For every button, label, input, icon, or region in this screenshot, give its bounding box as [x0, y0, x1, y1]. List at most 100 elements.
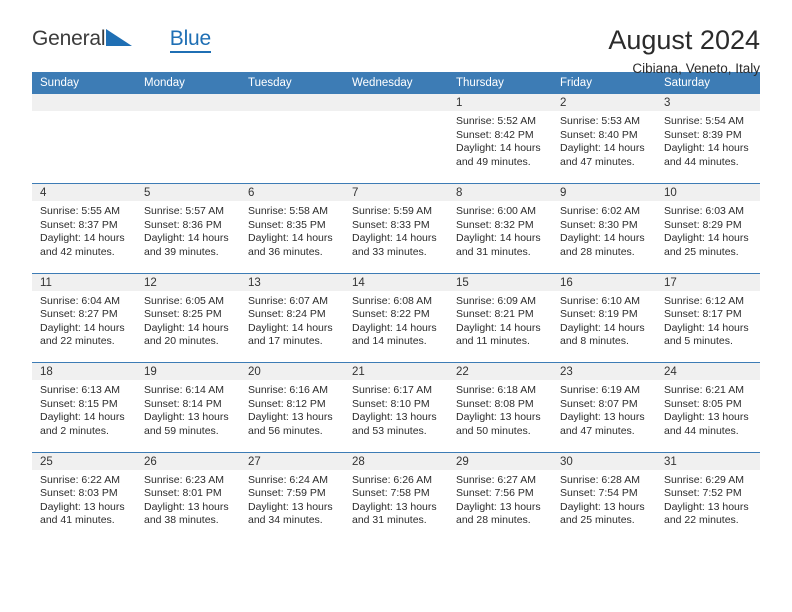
- calendar-day-cell[interactable]: 12 Sunrise: 6:05 AM Sunset: 8:25 PM Dayligh…: [136, 272, 240, 363]
- sunset-text: Sunset: 7:54 PM: [560, 487, 638, 500]
- calendar-day-cell[interactable]: 2 Sunrise: 5:53 AM Sunset: 8:40 PM Daylight…: [552, 94, 656, 184]
- calendar-day-cell[interactable]: 28 Sunrise: 6:26 AM Sunset: 7:58 PM Dayligh…: [344, 451, 448, 542]
- calendar-day-cell[interactable]: 9 Sunrise: 6:02 AM Sunset: 8:30 PM Daylight…: [552, 183, 656, 273]
- day-number: 30: [552, 452, 656, 470]
- daylight-text-line1: Daylight: 14 hours: [560, 321, 645, 334]
- sunrise-text: Sunrise: 6:03 AM: [664, 205, 744, 217]
- daylight-text-line2: and 47 minutes.: [560, 155, 635, 168]
- calendar-body: 1 Sunrise: 5:52 AM Sunset: 8:42 PM Daylight…: [32, 94, 760, 542]
- day-sun-info: Sunrise: 6:18 AM Sunset: 8:08 PM Daylight:…: [448, 380, 552, 438]
- sunset-text: Sunset: 8:01 PM: [144, 487, 222, 500]
- calendar-day-cell[interactable]: 25 Sunrise: 6:22 AM Sunset: 8:03 PM Dayligh…: [32, 451, 136, 542]
- calendar-day-cell[interactable]: 26 Sunrise: 6:23 AM Sunset: 8:01 PM Dayligh…: [136, 451, 240, 542]
- sunset-text: Sunset: 8:17 PM: [664, 308, 742, 321]
- sunset-text: Sunset: 8:30 PM: [560, 218, 638, 231]
- day-sun-info: Sunrise: 5:58 AM Sunset: 8:35 PM Daylight:…: [240, 201, 344, 259]
- sunset-text: Sunset: 8:35 PM: [248, 218, 326, 231]
- calendar-day-cell[interactable]: 27 Sunrise: 6:24 AM Sunset: 7:59 PM Dayligh…: [240, 451, 344, 542]
- day-sun-info: Sunrise: 6:07 AM Sunset: 8:24 PM Daylight:…: [240, 291, 344, 349]
- sunset-text: Sunset: 8:36 PM: [144, 218, 222, 231]
- weekday-header-sunday: Sunday: [32, 72, 136, 94]
- daylight-text-line1: Daylight: 13 hours: [248, 500, 333, 513]
- day-number: 7: [344, 184, 448, 201]
- day-number: 23: [552, 363, 656, 380]
- calendar-day-cell[interactable]: 7 Sunrise: 5:59 AM Sunset: 8:33 PM Daylight…: [344, 183, 448, 273]
- sunrise-text: Sunrise: 6:04 AM: [40, 294, 120, 307]
- day-number: 29: [448, 452, 552, 470]
- calendar-day-cell[interactable]: 13 Sunrise: 6:07 AM Sunset: 8:24 PM Dayligh…: [240, 272, 344, 363]
- sunrise-text: Sunrise: 6:10 AM: [560, 294, 640, 307]
- calendar-day-cell[interactable]: 20 Sunrise: 6:16 AM Sunset: 8:12 PM Dayligh…: [240, 362, 344, 452]
- calendar-page: General Blue August 2024 Cibiana, Veneto…: [0, 0, 792, 612]
- calendar-day-cell[interactable]: 30 Sunrise: 6:28 AM Sunset: 7:54 PM Dayligh…: [552, 451, 656, 542]
- day-sun-info: Sunrise: 6:22 AM Sunset: 8:03 PM Daylight:…: [32, 470, 136, 528]
- sunrise-text: Sunrise: 6:24 AM: [248, 473, 328, 486]
- day-number: [136, 94, 240, 111]
- daylight-text-line1: Daylight: 14 hours: [456, 321, 541, 334]
- weekday-header-monday: Monday: [136, 72, 240, 94]
- calendar-day-cell[interactable]: 21 Sunrise: 6:17 AM Sunset: 8:10 PM Dayligh…: [344, 362, 448, 452]
- day-sun-info: Sunrise: 6:26 AM Sunset: 7:58 PM Daylight:…: [344, 470, 448, 528]
- daylight-text-line1: Daylight: 14 hours: [560, 142, 645, 155]
- sunrise-text: Sunrise: 5:57 AM: [144, 205, 224, 217]
- sunset-text: Sunset: 8:05 PM: [664, 397, 742, 410]
- day-sun-info: Sunrise: 6:10 AM Sunset: 8:19 PM Daylight:…: [552, 291, 656, 349]
- daylight-text-line2: and 42 minutes.: [40, 245, 115, 258]
- day-sun-info: Sunrise: 6:00 AM Sunset: 8:32 PM Daylight:…: [448, 201, 552, 259]
- calendar-day-cell[interactable]: 4 Sunrise: 5:55 AM Sunset: 8:37 PM Daylight…: [32, 183, 136, 273]
- calendar-day-cell[interactable]: 14 Sunrise: 6:08 AM Sunset: 8:22 PM Dayligh…: [344, 272, 448, 363]
- calendar-day-cell[interactable]: 5 Sunrise: 5:57 AM Sunset: 8:36 PM Daylight…: [136, 183, 240, 273]
- calendar-day-cell[interactable]: 23 Sunrise: 6:19 AM Sunset: 8:07 PM Dayligh…: [552, 362, 656, 452]
- brand-logo[interactable]: General Blue: [32, 26, 211, 54]
- calendar-day-cell[interactable]: 17 Sunrise: 6:12 AM Sunset: 8:17 PM Dayligh…: [656, 272, 760, 363]
- sunrise-text: Sunrise: 6:09 AM: [456, 294, 536, 307]
- sunset-text: Sunset: 8:42 PM: [456, 128, 534, 141]
- daylight-text-line1: Daylight: 14 hours: [144, 321, 229, 334]
- sunrise-text: Sunrise: 6:28 AM: [560, 473, 640, 486]
- daylight-text-line1: Daylight: 13 hours: [144, 500, 229, 513]
- calendar-day-cell[interactable]: 1 Sunrise: 5:52 AM Sunset: 8:42 PM Daylight…: [448, 94, 552, 184]
- daylight-text-line1: Daylight: 14 hours: [664, 142, 749, 155]
- calendar-day-cell[interactable]: 24 Sunrise: 6:21 AM Sunset: 8:05 PM Dayligh…: [656, 362, 760, 452]
- day-sun-info: Sunrise: 5:52 AM Sunset: 8:42 PM Daylight:…: [448, 111, 552, 169]
- sunrise-text: Sunrise: 6:07 AM: [248, 294, 328, 307]
- calendar-day-cell[interactable]: 16 Sunrise: 6:10 AM Sunset: 8:19 PM Dayligh…: [552, 272, 656, 363]
- sunset-text: Sunset: 8:03 PM: [40, 487, 118, 500]
- daylight-text-line1: Daylight: 14 hours: [248, 232, 333, 245]
- daylight-text-line2: and 2 minutes.: [40, 424, 109, 437]
- sunset-text: Sunset: 8:21 PM: [456, 308, 534, 321]
- calendar-day-cell[interactable]: 29 Sunrise: 6:27 AM Sunset: 7:56 PM Dayligh…: [448, 451, 552, 542]
- calendar-day-cell[interactable]: 6 Sunrise: 5:58 AM Sunset: 8:35 PM Daylight…: [240, 183, 344, 273]
- calendar-day-cell[interactable]: 3 Sunrise: 5:54 AM Sunset: 8:39 PM Daylight…: [656, 94, 760, 184]
- daylight-text-line2: and 28 minutes.: [456, 514, 531, 527]
- sunrise-text: Sunrise: 6:29 AM: [664, 473, 744, 486]
- daylight-text-line2: and 25 minutes.: [560, 514, 635, 527]
- calendar-day-cell[interactable]: 18 Sunrise: 6:13 AM Sunset: 8:15 PM Dayligh…: [32, 362, 136, 452]
- calendar-day-cell[interactable]: 11 Sunrise: 6:04 AM Sunset: 8:27 PM Dayligh…: [32, 272, 136, 363]
- day-number: 20: [240, 363, 344, 380]
- sunset-text: Sunset: 8:15 PM: [40, 397, 118, 410]
- daylight-text-line1: Daylight: 14 hours: [664, 232, 749, 245]
- calendar-day-cell[interactable]: 31 Sunrise: 6:29 AM Sunset: 7:52 PM Dayligh…: [656, 451, 760, 542]
- calendar-day-cell[interactable]: 10 Sunrise: 6:03 AM Sunset: 8:29 PM Dayligh…: [656, 183, 760, 273]
- page-header: General Blue August 2024 Cibiana, Veneto…: [32, 0, 760, 77]
- weekday-header-thursday: Thursday: [448, 72, 552, 94]
- calendar-day-cell[interactable]: 22 Sunrise: 6:18 AM Sunset: 8:08 PM Dayligh…: [448, 362, 552, 452]
- day-number: 22: [448, 363, 552, 380]
- day-sun-info: Sunrise: 5:59 AM Sunset: 8:33 PM Daylight:…: [344, 201, 448, 259]
- day-number: 4: [32, 184, 136, 201]
- sunset-text: Sunset: 7:58 PM: [352, 487, 430, 500]
- calendar-day-cell[interactable]: 15 Sunrise: 6:09 AM Sunset: 8:21 PM Dayligh…: [448, 272, 552, 363]
- day-number: 24: [656, 363, 760, 380]
- day-sun-info: Sunrise: 6:13 AM Sunset: 8:15 PM Daylight:…: [32, 380, 136, 438]
- day-sun-info: Sunrise: 5:55 AM Sunset: 8:37 PM Daylight:…: [32, 201, 136, 259]
- calendar-day-cell[interactable]: 19 Sunrise: 6:14 AM Sunset: 8:14 PM Dayligh…: [136, 362, 240, 452]
- day-number: 25: [32, 452, 136, 470]
- calendar-day-cell[interactable]: 8 Sunrise: 6:00 AM Sunset: 8:32 PM Daylight…: [448, 183, 552, 273]
- sunrise-text: Sunrise: 6:22 AM: [40, 473, 120, 486]
- page-subtitle: Cibiana, Veneto, Italy: [632, 61, 760, 77]
- daylight-text-line2: and 22 minutes.: [664, 514, 739, 527]
- sunset-text: Sunset: 8:07 PM: [560, 397, 638, 410]
- sunrise-text: Sunrise: 6:12 AM: [664, 294, 744, 307]
- daylight-text-line2: and 31 minutes.: [456, 245, 531, 258]
